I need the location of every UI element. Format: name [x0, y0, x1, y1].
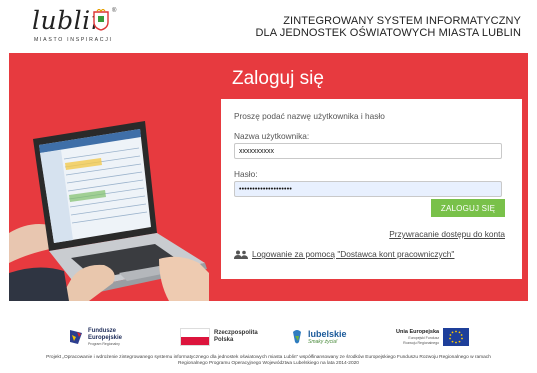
login-form: Proszę podać nazwę użytkownika i hasło N… — [221, 99, 522, 279]
ue-line1: Unia Europejska — [396, 328, 440, 335]
ue-line3: Rozwoju Regionalnego — [403, 340, 440, 345]
rzeczpospolita-polska-logo: Rzeczpospolita Polska — [180, 324, 258, 350]
login-prompt: Proszę podać nazwę użytkownika i hasło — [234, 111, 385, 121]
unia-europejska-logo: Unia Europejska Europejski Fundusz Rozwo… — [396, 324, 470, 350]
system-title-line1: ZINTEGROWANY SYSTEM INFORMATYCZNY — [283, 15, 521, 27]
login-panel: Zaloguj się Proszę podać nazwę użytkowni… — [221, 67, 522, 279]
fe-line3: Program Regionalny — [88, 341, 120, 346]
fe-line1: Fundusze — [88, 327, 116, 334]
poland-flag-icon — [180, 328, 210, 346]
funding-logos: Fundusze Europejskie Program Regionalny … — [0, 324, 537, 350]
lubelskie-mark-icon — [293, 330, 301, 344]
login-banner: Zaloguj się Proszę podać nazwę użytkowni… — [9, 53, 528, 301]
lubelskie-text: lubelskie Smaky życia! — [308, 329, 347, 345]
lubelskie-word: lubelskie — [308, 329, 347, 339]
fe-text: Fundusze Europejskie Program Regionalny — [88, 328, 122, 347]
password-label: Hasło: — [234, 169, 258, 179]
rp-text: Rzeczpospolita Polska — [214, 330, 258, 344]
lubelskie-slogan: Smaky życia! — [308, 339, 338, 345]
system-title-line2: DLA JEDNOSTEK OŚWIATOWYCH MIASTA LUBLIN — [255, 27, 521, 39]
ue-text: Unia Europejska Europejski Fundusz Rozwo… — [396, 329, 439, 346]
username-group: Nazwa użytkownika: — [234, 131, 509, 159]
provider-link-label: Logowanie za pomocą "Dostawca kont praco… — [252, 249, 455, 259]
project-funding-note: Projekt „Opracowanie i wdrożenie zintegr… — [46, 355, 491, 366]
rp-line2: Polska — [214, 337, 234, 343]
fe-line2: Europejskie — [88, 334, 123, 341]
logo-tagline: MIASTO INSPIRACJI — [34, 37, 113, 43]
login-heading: Zaloguj się — [232, 68, 324, 89]
city-crest-icon — [93, 9, 109, 31]
account-recovery-link[interactable]: Przywracanie dostępu do konta — [389, 229, 505, 239]
lubelskie-logo: lubelskie Smaky życia! — [290, 324, 347, 350]
password-field[interactable] — [234, 181, 502, 197]
registered-mark: ® — [112, 8, 117, 14]
lublin-logo[interactable]: lublin ® MIASTO INSPIRACJI — [32, 6, 122, 46]
page-header: lublin ® MIASTO INSPIRACJI ZINTEGROWANY … — [0, 0, 537, 52]
username-field[interactable] — [234, 143, 502, 159]
eu-flag-icon — [443, 328, 470, 346]
rp-line1: Rzeczpospolita — [214, 330, 258, 336]
username-label: Nazwa użytkownika: — [234, 131, 310, 141]
password-group: Hasło: — [234, 169, 509, 197]
laptop-illustration — [9, 121, 209, 301]
system-title: ZINTEGROWANY SYSTEM INFORMATYCZNY DLA JE… — [255, 15, 521, 39]
fe-star-icon — [70, 330, 82, 344]
login-button[interactable]: ZALOGUJ SIĘ — [431, 199, 505, 217]
users-icon — [234, 250, 248, 259]
employee-provider-login-link[interactable]: Logowanie za pomocą "Dostawca kont praco… — [234, 249, 454, 259]
fundusze-europejskie-logo: Fundusze Europejskie Program Regionalny — [68, 324, 122, 350]
